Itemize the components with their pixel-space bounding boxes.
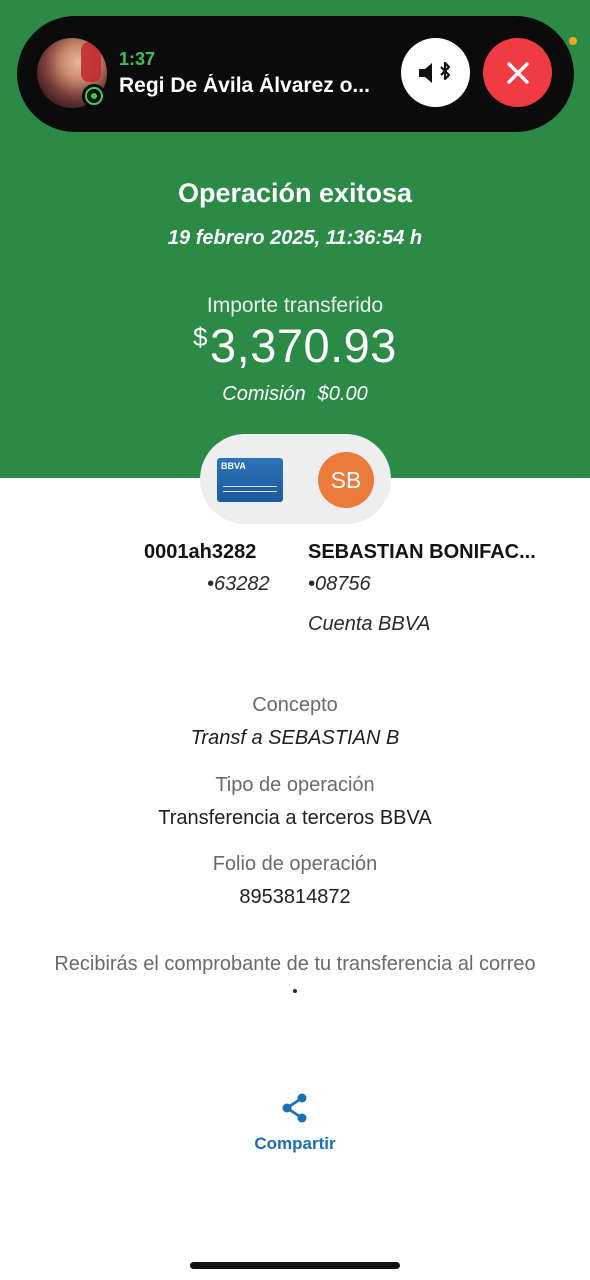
email-placeholder-dot — [293, 989, 297, 993]
amount-label: Importe transferido — [206, 294, 384, 317]
privacy-indicator-dot — [569, 37, 577, 45]
close-icon — [506, 61, 529, 84]
bbva-card-icon: BBVA — [217, 458, 283, 502]
recipient-avatar: SB — [318, 452, 374, 508]
source-account-name: 0001ah3282 — [144, 541, 257, 563]
recipient-name: SEBASTIAN BONIFAC... — [308, 541, 536, 563]
operation-type-value: Transferencia a terceros BBVA — [158, 807, 432, 829]
recipient-account-number: •08756 — [308, 573, 371, 595]
home-indicator[interactable] — [190, 1262, 400, 1269]
amount-value: 3,370.93 — [210, 319, 397, 372]
operation-datetime: 19 febrero 2025, 11:36:54 h — [167, 227, 423, 249]
whatsapp-icon — [82, 84, 106, 108]
commission-value: $0.00 — [317, 383, 368, 405]
receipt-email-notice: Recibirás el comprobante de tu transfere… — [54, 953, 536, 975]
card-brand-label: BBVA — [221, 461, 246, 471]
commission-label: Comisión — [222, 383, 306, 405]
concept-label: Concepto — [252, 694, 338, 716]
share-icon[interactable] — [281, 1093, 309, 1123]
audio-route-button[interactable] — [401, 38, 470, 107]
call-duration: 1:37 — [119, 49, 156, 69]
currency-symbol: $ — [193, 322, 208, 352]
concept-value: Transf a SEBASTIAN B — [190, 727, 400, 749]
folio-value: 8953814872 — [239, 886, 351, 908]
source-account-number: •63282 — [207, 573, 270, 595]
share-button[interactable]: Compartir — [0, 1134, 590, 1154]
caller-name[interactable]: Regi De Ávila Álvarez o... — [119, 74, 387, 98]
end-call-button[interactable] — [483, 38, 552, 107]
transferred-amount: $3,370.93 — [0, 318, 590, 373]
page-title: Operación exitosa — [177, 178, 413, 208]
commission: Comisión $0.00 — [0, 383, 590, 406]
recipient-bank: Cuenta BBVA — [308, 613, 431, 635]
operation-type-label: Tipo de operación — [215, 774, 375, 796]
folio-label: Folio de operación — [212, 853, 378, 875]
speaker-bluetooth-icon — [418, 61, 450, 83]
